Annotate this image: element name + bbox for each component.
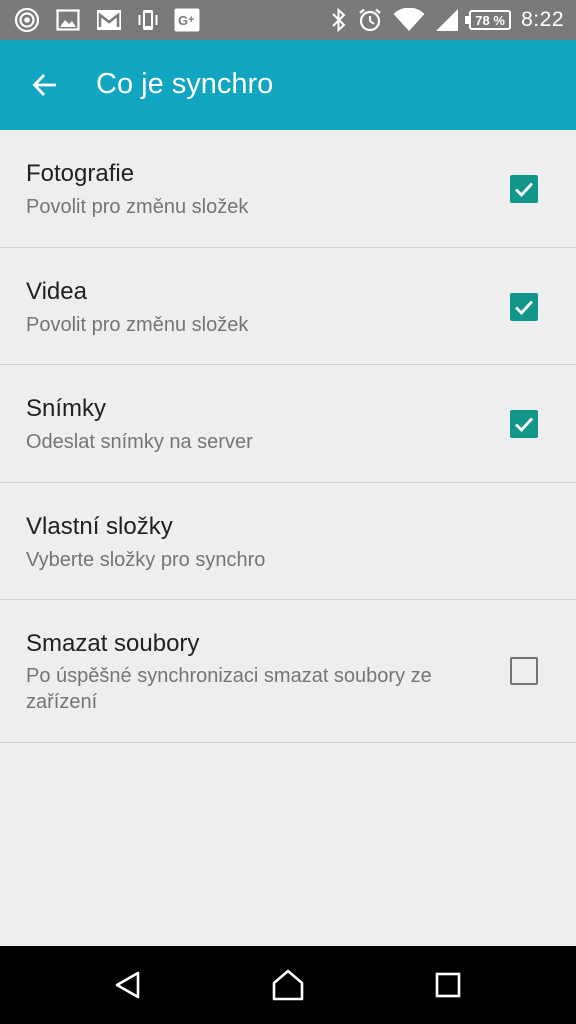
cell-signal-icon bbox=[436, 9, 459, 31]
status-bar-system: 78 % 8:22 bbox=[331, 6, 564, 34]
photos-checkbox[interactable] bbox=[510, 175, 538, 203]
videos-checkbox[interactable] bbox=[510, 293, 538, 321]
setting-row-videos[interactable]: Videa Povolit pro změnu složek bbox=[0, 248, 576, 365]
svg-text:G: G bbox=[178, 13, 188, 28]
setting-row-screenshots[interactable]: Snímky Odeslat snímky na server bbox=[0, 365, 576, 483]
status-bar-notifications: G + bbox=[14, 6, 200, 34]
setting-title: Snímky bbox=[26, 395, 107, 422]
image-icon bbox=[56, 9, 80, 31]
battery-indicator: 78 % bbox=[465, 10, 512, 30]
setting-title: Fotografie bbox=[26, 160, 135, 187]
arrow-back-icon bbox=[32, 74, 56, 96]
setting-title: Videa bbox=[26, 278, 87, 305]
setting-subtitle: Povolit pro změnu složek bbox=[26, 196, 249, 218]
page-title: Co je synchro bbox=[96, 68, 274, 100]
setting-title: Vlastní složky bbox=[26, 513, 173, 540]
navigation-bar bbox=[0, 946, 576, 1024]
setting-row-photos[interactable]: Fotografie Povolit pro změnu složek bbox=[0, 130, 576, 248]
status-bar: G + 78 % 8:22 bbox=[0, 0, 576, 40]
gmail-icon bbox=[97, 10, 121, 30]
settings-list: Fotografie Povolit pro změnu složek Vide… bbox=[0, 130, 576, 743]
screenshots-checkbox[interactable] bbox=[510, 410, 538, 438]
target-icon bbox=[14, 7, 40, 33]
recents-square-icon bbox=[435, 972, 461, 998]
nav-home-button[interactable] bbox=[266, 963, 310, 1007]
google-plus-icon: G + bbox=[174, 8, 200, 32]
setting-title: Smazat soubory bbox=[26, 630, 200, 657]
nav-back-button[interactable] bbox=[106, 963, 150, 1007]
nav-recents-button[interactable] bbox=[426, 963, 470, 1007]
wifi-icon bbox=[393, 8, 425, 31]
status-bar-clock: 8:22 bbox=[521, 8, 564, 31]
setting-row-custom-folders[interactable]: Vlastní složky Vyberte složky pro synchr… bbox=[0, 483, 576, 600]
setting-subtitle: Vyberte složky pro synchro bbox=[26, 549, 266, 571]
svg-text:+: + bbox=[188, 14, 194, 26]
battery-percentage: 78 % bbox=[475, 12, 505, 28]
delete-files-checkbox[interactable] bbox=[510, 657, 538, 685]
setting-subtitle: Odeslat snímky na server bbox=[26, 431, 253, 453]
back-triangle-icon bbox=[115, 971, 140, 999]
checkmark-icon bbox=[515, 300, 534, 316]
setting-row-delete-files[interactable]: Smazat soubory Po úspěšné synchronizaci … bbox=[0, 600, 576, 743]
back-button[interactable] bbox=[22, 62, 68, 108]
setting-subtitle: Povolit pro změnu složek bbox=[26, 314, 249, 336]
alarm-icon bbox=[359, 8, 381, 32]
app-bar: Co je synchro bbox=[0, 40, 576, 130]
checkmark-icon bbox=[515, 417, 534, 433]
phone-vibrate-icon bbox=[138, 10, 158, 30]
home-icon bbox=[272, 969, 304, 1001]
checkmark-icon bbox=[515, 182, 534, 198]
bluetooth-icon bbox=[332, 7, 346, 33]
setting-subtitle: Po úspěšné synchronizaci smazat soubory … bbox=[26, 665, 432, 713]
